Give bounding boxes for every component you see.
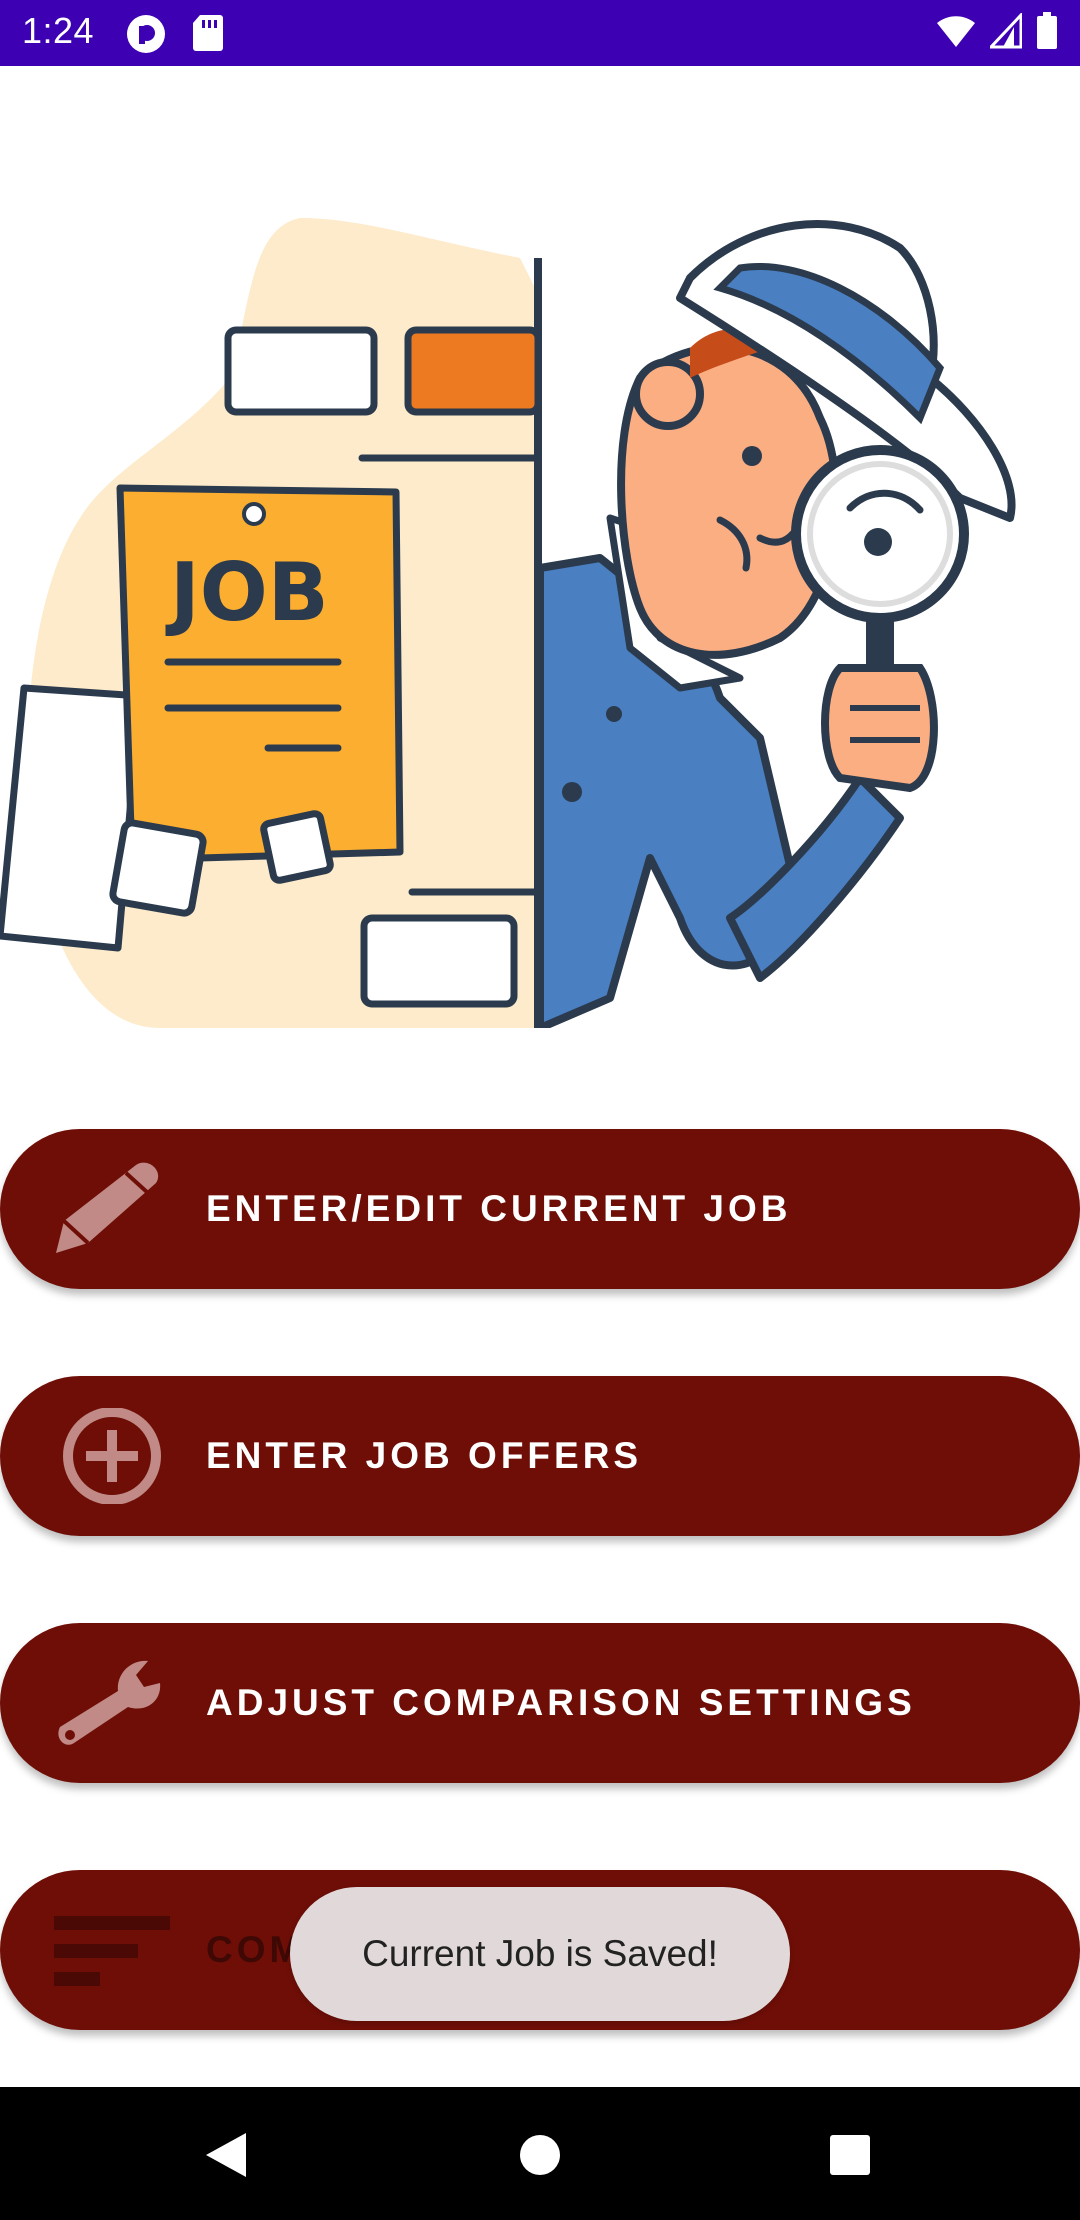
cell-signal-icon [990,13,1022,49]
poster-text: JOB [165,546,329,639]
back-icon[interactable] [204,2131,248,2179]
pocket-casts-icon [127,15,165,53]
recents-icon[interactable] [828,2133,872,2177]
enter-edit-current-job-label: ENTER/EDIT CURRENT JOB [206,1188,792,1229]
enter-job-offers-label: ENTER JOB OFFERS [206,1435,643,1476]
home-icon[interactable] [518,2133,562,2177]
enter-job-offers-button[interactable]: ENTER JOB OFFERS [0,1376,1080,1536]
enter-edit-current-job-button[interactable]: ENTER/EDIT CURRENT JOB [0,1129,1080,1289]
toast-message: Current Job is Saved! [290,1887,790,2021]
status-bar: 1:24 [0,0,1080,66]
detective-illustration: JOB [0,218,1016,1028]
note-orange [404,326,542,416]
add-circle-icon [63,1408,161,1504]
status-time: 1:24 [22,10,95,51]
adjust-comparison-settings-button[interactable]: ADJUST COMPARISON SETTINGS [0,1623,1080,1783]
sd-card-icon [193,15,223,51]
job-poster [116,484,404,864]
pencil-icon [56,1162,159,1253]
paper-sheet [0,684,144,952]
wifi-icon [937,16,975,47]
list-icon [54,1916,170,1986]
navigation-bar [0,2087,1080,2220]
adjust-comparison-settings-label: ADJUST COMPARISON SETTINGS [206,1682,916,1723]
note-white [224,326,378,416]
battery-icon [1037,12,1057,49]
wrench-icon [58,1660,161,1745]
